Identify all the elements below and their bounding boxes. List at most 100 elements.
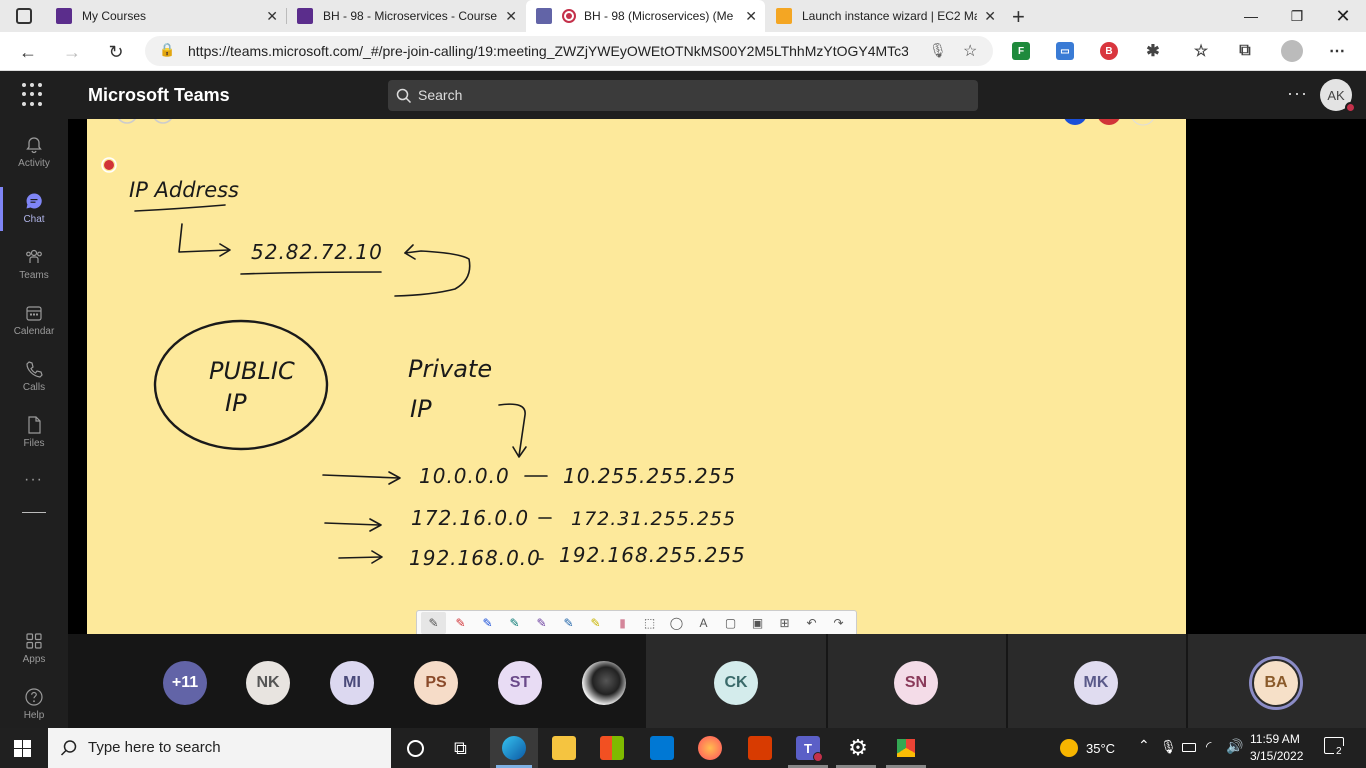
microphone-tray-icon[interactable]: 🎙 — [1160, 739, 1177, 755]
new-tab-icon[interactable]: + — [1012, 4, 1025, 30]
avatar[interactable]: MK — [1074, 661, 1118, 705]
tab-close-icon[interactable]: ✕ — [505, 8, 517, 25]
task-view-icon[interactable]: ⧉ — [454, 738, 467, 759]
mail-icon[interactable] — [650, 736, 674, 760]
extensions-puzzle-icon[interactable]: ✱ — [1144, 42, 1162, 60]
search-input[interactable]: Search — [388, 80, 978, 111]
avatar[interactable]: BA — [1252, 659, 1300, 707]
rail-item-chat[interactable]: Chat — [0, 181, 68, 237]
lock-icon: 🔒 — [159, 42, 176, 57]
avatar[interactable]: CK — [714, 661, 758, 705]
favorite-star-icon[interactable]: ☆ — [963, 41, 977, 61]
tray-chevron-icon[interactable]: ⌃ — [1138, 737, 1150, 754]
browser-tab-active[interactable]: BH - 98 (Microservices) (Me ✕ — [526, 0, 765, 32]
browser-tab[interactable]: BH - 98 - Microservices - Course ✕ — [287, 0, 525, 32]
shape-icon[interactable]: ◯ — [664, 612, 689, 634]
microphone-icon[interactable]: 🎙 — [929, 42, 947, 59]
calendar-icon — [26, 306, 42, 321]
pen-black-icon[interactable]: ✎ — [421, 611, 446, 634]
wifi-icon[interactable]: ◜ — [1206, 738, 1211, 755]
course-favicon-icon — [56, 8, 72, 24]
weather-temperature[interactable]: 35°C — [1086, 741, 1115, 756]
extension-red-icon[interactable]: B — [1100, 42, 1118, 60]
avatar[interactable]: ST — [498, 661, 542, 705]
photo-avatar[interactable] — [582, 661, 626, 705]
cortana-icon[interactable] — [407, 740, 424, 757]
edge-icon[interactable] — [502, 736, 526, 760]
whiteboard-canvas[interactable]: IP Address 52.82.72.10 PUBLIC IP Private… — [87, 119, 1186, 634]
participant-tile-speaking[interactable]: BA — [1188, 634, 1366, 728]
favorites-icon[interactable]: ☆ — [1192, 42, 1210, 60]
rail-item-help[interactable]: Help — [0, 677, 68, 733]
tab-close-icon[interactable]: ✕ — [745, 8, 757, 25]
clock-time[interactable]: 11:59 AM — [1250, 732, 1300, 746]
undo-icon[interactable]: ↶ — [799, 612, 824, 634]
pen-blue-icon[interactable]: ✎ — [475, 612, 500, 634]
range-start: 172.16.0.0 — [411, 506, 529, 530]
participant-tile[interactable]: MK — [1008, 634, 1186, 728]
pen-purple-icon[interactable]: ✎ — [529, 612, 554, 634]
collections-icon[interactable]: ⧉ — [1236, 42, 1254, 60]
back-icon[interactable]: ← — [14, 38, 42, 66]
extension-green-icon[interactable]: F — [1012, 42, 1030, 60]
profile-icon[interactable] — [1281, 40, 1303, 62]
avatar[interactable]: SN — [894, 661, 938, 705]
settings-more-icon[interactable]: ⋯ — [1328, 42, 1346, 60]
rail-item-activity[interactable]: Activity — [0, 125, 68, 181]
participant-tile[interactable]: +11 NK MI PS ST — [68, 634, 646, 728]
pen-teal-icon[interactable]: ✎ — [502, 612, 527, 634]
teams-icon — [26, 249, 42, 263]
redo-icon[interactable]: ↷ — [826, 612, 851, 634]
more-options-icon[interactable]: ··· — [1287, 83, 1308, 104]
rail-item-teams[interactable]: Teams — [0, 237, 68, 293]
chrome-canary-icon[interactable] — [894, 736, 918, 760]
volume-icon[interactable]: 🔊 — [1226, 738, 1243, 755]
windows-start-icon[interactable] — [14, 740, 31, 757]
weather-sun-icon[interactable] — [1060, 739, 1078, 757]
file-explorer-icon[interactable] — [552, 736, 576, 760]
more-apps-icon[interactable]: ··· — [24, 471, 43, 489]
taskbar-search-input[interactable]: Type here to search — [48, 728, 391, 768]
avatar-initials: NK — [256, 674, 280, 691]
browser-tab[interactable]: My Courses ✕ — [46, 0, 286, 32]
text-icon[interactable]: A — [691, 612, 716, 634]
minimize-icon[interactable]: — — [1228, 0, 1274, 32]
rail-item-files[interactable]: Files — [0, 405, 68, 461]
tab-actions-icon[interactable] — [16, 8, 32, 24]
image-icon[interactable]: ▣ — [745, 612, 770, 634]
settings-gear-icon[interactable]: ⚙ — [846, 736, 870, 760]
avatar[interactable]: MI — [330, 661, 374, 705]
rail-item-calls[interactable]: Calls — [0, 349, 68, 405]
extension-blue-icon[interactable]: ▭ — [1056, 42, 1074, 60]
app-launcher-icon[interactable] — [22, 83, 46, 107]
pen-blue2-icon[interactable]: ✎ — [556, 612, 581, 634]
overflow-participants-avatar[interactable]: +11 — [163, 661, 207, 705]
browser-tab[interactable]: Launch instance wizard | EC2 Ma ✕ — [766, 0, 1004, 32]
store-icon[interactable] — [600, 736, 624, 760]
user-avatar[interactable]: AK — [1320, 79, 1356, 113]
clock-date[interactable]: 3/15/2022 — [1250, 749, 1303, 763]
rail-label: Help — [23, 710, 45, 721]
range-start: 192.168.0.0 — [409, 546, 541, 570]
tab-close-icon[interactable]: ✕ — [984, 8, 996, 25]
office-icon[interactable] — [748, 736, 772, 760]
url-field[interactable]: 🔒 https://teams.microsoft.com/_#/pre-joi… — [145, 36, 993, 66]
rail-item-apps[interactable]: Apps — [0, 621, 68, 677]
highlighter-icon[interactable]: ✎ — [583, 612, 608, 634]
pen-red-icon[interactable]: ✎ — [448, 612, 473, 634]
avatar[interactable]: NK — [246, 661, 290, 705]
refresh-icon[interactable]: ↻ — [102, 38, 130, 66]
avatar[interactable]: PS — [414, 661, 458, 705]
close-window-icon[interactable]: ✕ — [1320, 0, 1366, 32]
firefox-icon[interactable] — [698, 736, 722, 760]
participant-tile[interactable]: SN — [828, 634, 1006, 728]
tab-close-icon[interactable]: ✕ — [266, 8, 278, 25]
sticky-note-icon[interactable]: ▢ — [718, 612, 743, 634]
lasso-icon[interactable]: ⬚ — [637, 612, 662, 634]
battery-icon[interactable] — [1182, 743, 1196, 752]
participant-tile[interactable]: CK — [646, 634, 826, 728]
add-icon[interactable]: ⊞ — [772, 612, 797, 634]
rail-item-calendar[interactable]: Calendar — [0, 293, 68, 349]
restore-icon[interactable]: ❐ — [1274, 0, 1320, 32]
eraser-icon[interactable]: ▮ — [610, 612, 635, 634]
